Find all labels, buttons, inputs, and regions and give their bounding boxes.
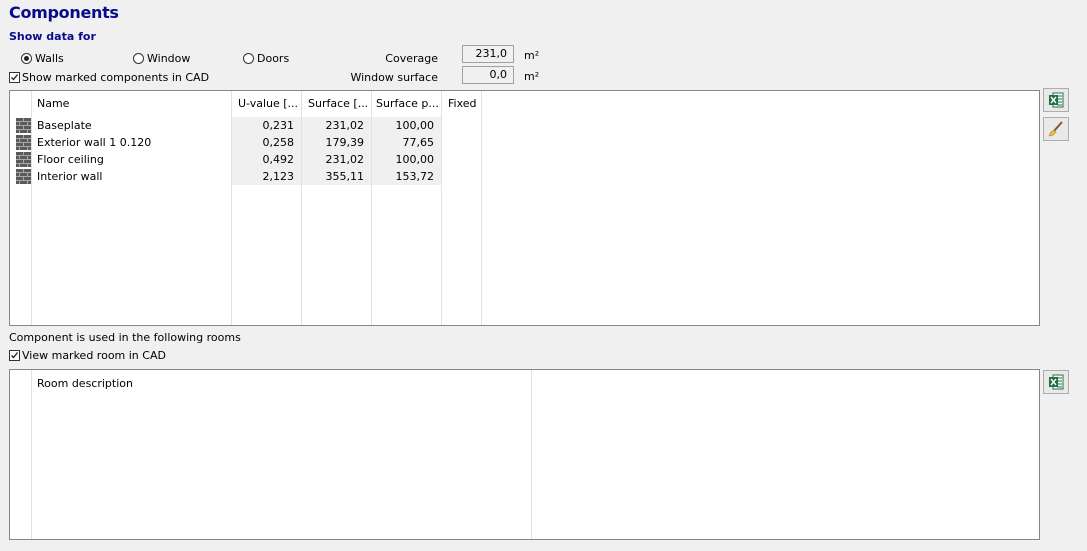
cell-surface: 179,39 xyxy=(302,134,371,151)
walls-radio[interactable]: Walls xyxy=(21,52,64,65)
cell-name: Floor ceiling xyxy=(37,153,104,166)
table-row[interactable]: Interior wall 2,123 355,11 153,72 xyxy=(10,168,482,185)
column-header-surface-percent[interactable]: Surface p... xyxy=(376,97,439,110)
excel-icon xyxy=(1049,374,1064,390)
cell-surface-percent: 77,65 xyxy=(372,134,441,151)
column-header-surface[interactable]: Surface [... xyxy=(308,97,368,110)
table-row[interactable]: Floor ceiling 0,492 231,02 100,00 xyxy=(10,151,482,168)
cell-surface: 231,02 xyxy=(302,117,371,134)
rooms-export-excel-button[interactable] xyxy=(1043,370,1069,394)
radio-selected-icon xyxy=(21,53,32,64)
brush-icon xyxy=(1048,121,1063,137)
brick-wall-icon xyxy=(16,152,31,167)
table-row[interactable]: Exterior wall 1 0.120 0,258 179,39 77,65 xyxy=(10,134,482,151)
doors-radio[interactable]: Doors xyxy=(243,52,289,65)
walls-radio-label: Walls xyxy=(35,52,64,65)
page-title: Components xyxy=(9,3,119,22)
column-header-room-description[interactable]: Room description xyxy=(37,377,133,390)
coverage-label: Coverage xyxy=(385,52,438,65)
doors-radio-label: Doors xyxy=(257,52,290,65)
show-marked-components-label: Show marked components in CAD xyxy=(22,71,210,84)
brick-wall-icon xyxy=(16,135,31,150)
window-surface-unit: m² xyxy=(524,70,540,83)
brick-wall-icon xyxy=(16,118,31,133)
column-header-name[interactable]: Name xyxy=(37,97,69,110)
excel-icon xyxy=(1049,92,1064,108)
cell-u-value: 0,258 xyxy=(232,134,301,151)
window-radio-label: Window xyxy=(147,52,191,65)
show-marked-components-checkbox[interactable]: Show marked components in CAD xyxy=(9,71,209,84)
cell-name: Interior wall xyxy=(37,170,103,183)
radio-unselected-icon xyxy=(133,53,144,64)
table-row[interactable]: Baseplate 0,231 231,02 100,00 xyxy=(10,117,482,134)
show-data-for-label: Show data for xyxy=(9,30,96,43)
cell-name: Baseplate xyxy=(37,119,92,132)
rooms-table[interactable]: Room description xyxy=(9,369,1040,540)
cell-u-value: 0,231 xyxy=(232,117,301,134)
window-surface-label: Window surface xyxy=(350,71,438,84)
components-table[interactable]: Name U-value [... Surface [... Surface p… xyxy=(9,90,1040,326)
checkbox-checked-icon xyxy=(9,350,20,361)
column-header-u-value[interactable]: U-value [... xyxy=(238,97,298,110)
brick-wall-icon xyxy=(16,169,31,184)
coverage-field: 231,0 xyxy=(462,45,514,63)
checkbox-checked-icon xyxy=(9,72,20,83)
view-marked-room-checkbox[interactable]: View marked room in CAD xyxy=(9,349,166,362)
cell-u-value: 2,123 xyxy=(232,168,301,185)
cell-surface: 231,02 xyxy=(302,151,371,168)
coverage-unit: m² xyxy=(524,49,540,62)
view-marked-room-label: View marked room in CAD xyxy=(22,349,166,362)
export-excel-button[interactable] xyxy=(1043,88,1069,112)
cell-name: Exterior wall 1 0.120 xyxy=(37,136,152,149)
edit-button[interactable] xyxy=(1043,117,1069,141)
cell-surface-percent: 100,00 xyxy=(372,151,441,168)
cell-u-value: 0,492 xyxy=(232,151,301,168)
cell-surface-percent: 100,00 xyxy=(372,117,441,134)
window-radio[interactable]: Window xyxy=(133,52,190,65)
window-surface-field: 0,0 xyxy=(462,66,514,84)
cell-surface-percent: 153,72 xyxy=(372,168,441,185)
rooms-caption: Component is used in the following rooms xyxy=(9,331,241,344)
cell-surface: 355,11 xyxy=(302,168,371,185)
radio-unselected-icon xyxy=(243,53,254,64)
column-header-fixed[interactable]: Fixed xyxy=(448,97,477,110)
